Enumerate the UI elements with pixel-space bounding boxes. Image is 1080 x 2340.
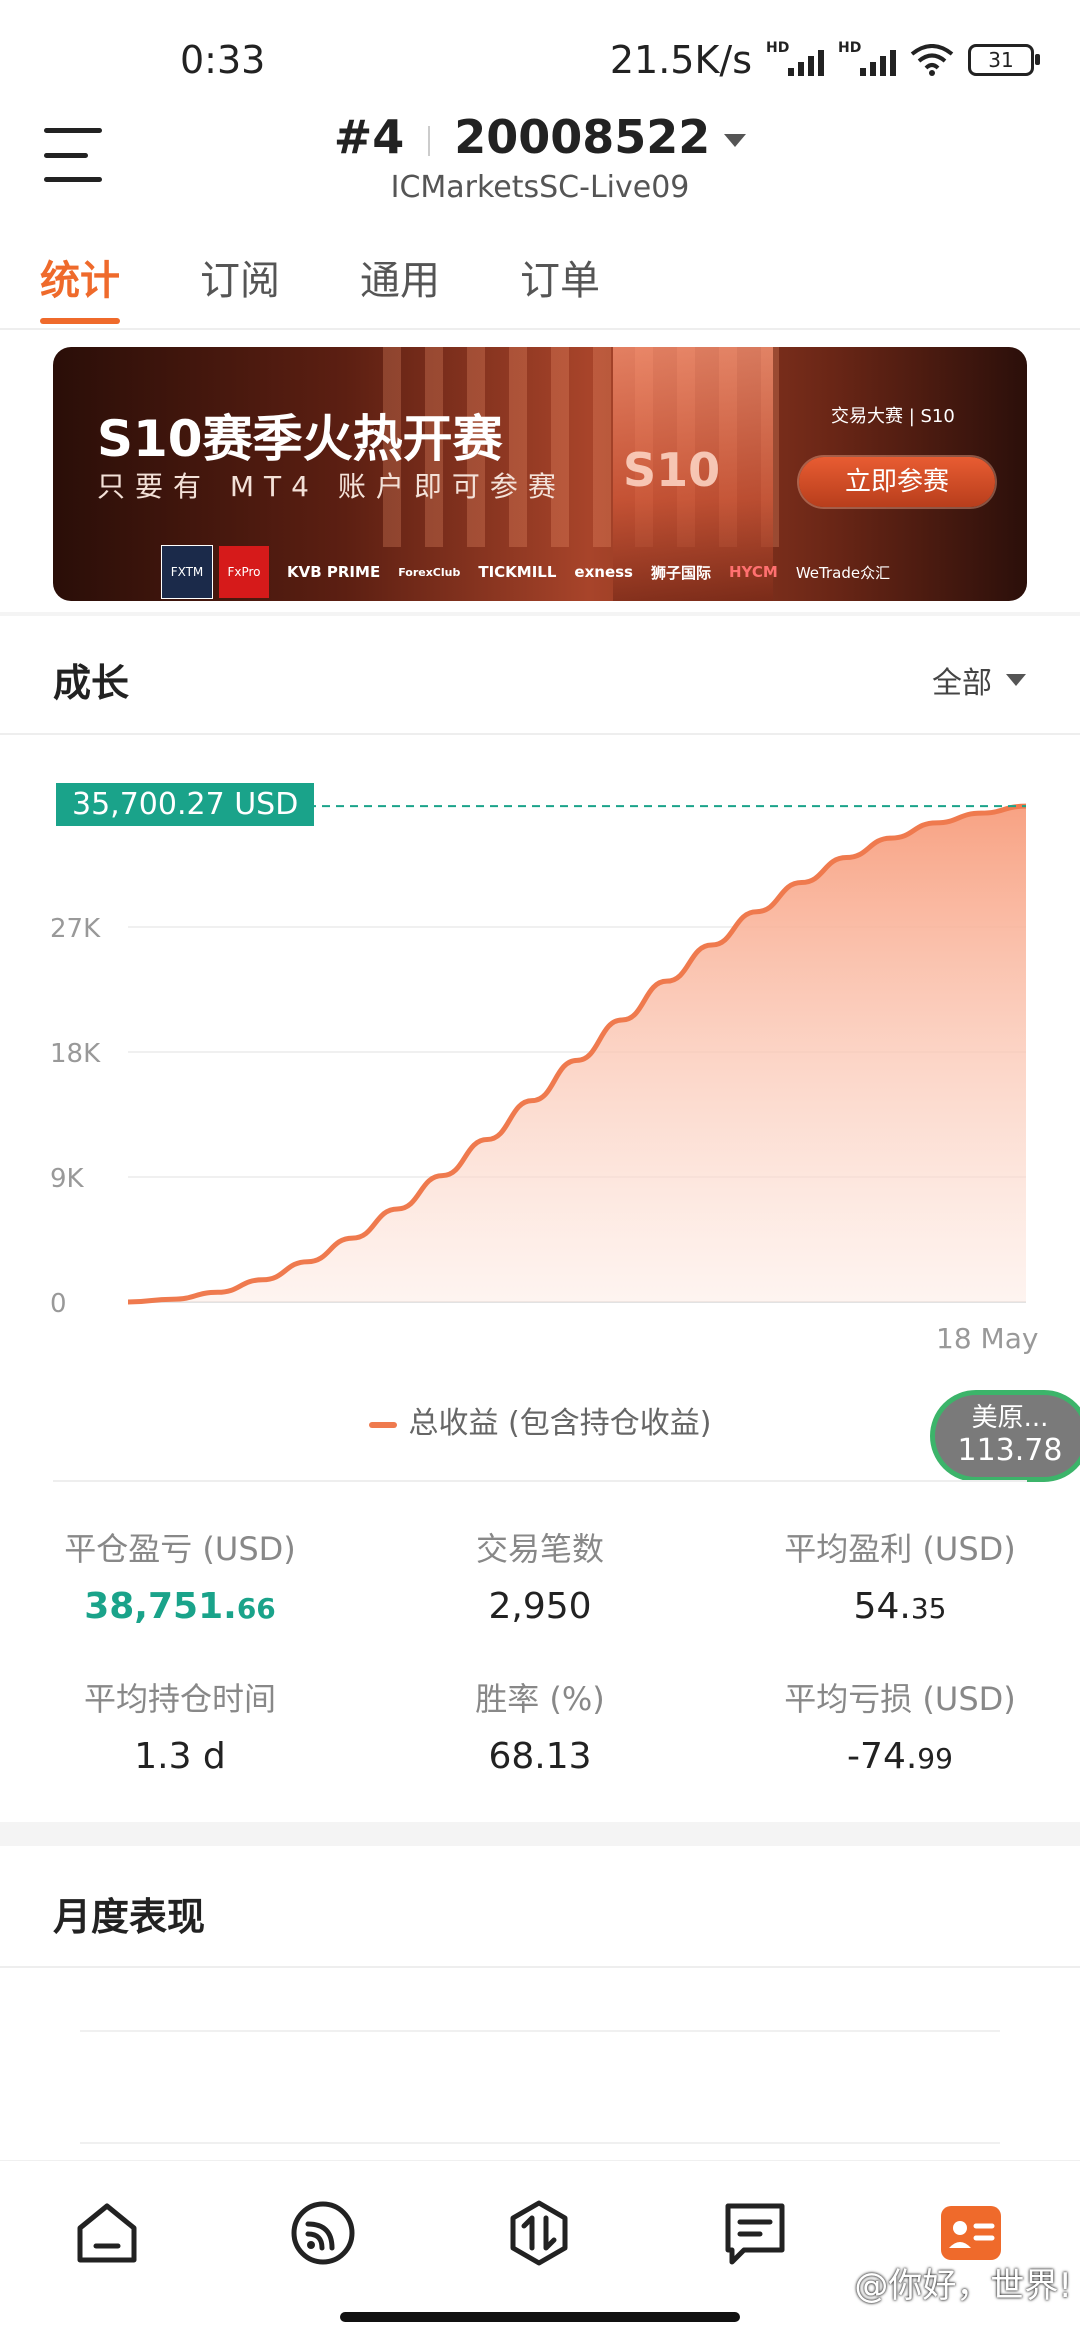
tab-bar: 统计 订阅 通用 订单 <box>40 248 680 324</box>
avg-profit-value: 54.35 <box>853 1586 947 1627</box>
caret-down-icon <box>1006 674 1026 686</box>
stat-avg-hold: 平均持仓时间 1.3 d <box>0 1674 360 1777</box>
divider <box>0 1966 1080 1968</box>
x-tick-label: 18 May <box>936 1322 1038 1355</box>
y-tick-label: 27K <box>50 914 101 944</box>
sponsor-logo: FxPro <box>219 546 269 598</box>
cell-signal-icon-2: HD <box>838 40 896 76</box>
battery-icon: 31 <box>968 44 1040 76</box>
section-gap <box>0 612 1080 616</box>
sponsor-logo: exness <box>574 563 633 581</box>
monthly-title: 月度表现 <box>53 1895 206 1939</box>
divider <box>0 328 1080 330</box>
legend-swatch <box>368 1421 397 1428</box>
stat-closed-pnl: 平仓盈亏 (USD) 38,751.66 <box>0 1524 360 1627</box>
sponsor-logo: TICKMILL <box>478 563 557 581</box>
sponsor-logo: 狮子国际 <box>650 563 711 582</box>
floating-price-widget[interactable]: 美原... 113.78 <box>930 1390 1080 1482</box>
banner-brand: 交易大赛 | S10 <box>831 406 955 427</box>
server-name: ICMarketsSC-Live09 <box>390 170 690 205</box>
account-index: #4 <box>333 110 405 164</box>
sponsor-logo: ForexClub <box>398 565 461 579</box>
trade-count-value: 2,950 <box>488 1586 592 1627</box>
tab-general[interactable]: 通用 <box>360 248 520 306</box>
sponsor-logo: HYCM <box>729 563 778 581</box>
avg-loss-value: -74.99 <box>847 1736 953 1777</box>
stat-trade-count: 交易笔数 2,950 <box>360 1524 720 1627</box>
y-tick-label: 18K <box>50 1039 101 1069</box>
growth-filter-label: 全部 <box>932 666 992 701</box>
sponsor-logo: FXTM <box>161 545 213 599</box>
monthly-gridline <box>80 2030 1000 2032</box>
tab-stats[interactable]: 统计 <box>40 248 200 324</box>
monthly-gridline <box>80 2142 1000 2144</box>
growth-area <box>128 806 1026 1302</box>
stat-avg-loss: 平均亏损 (USD) -74.99 <box>720 1674 1080 1777</box>
banner-subtitle: 只要有 MT4 账户即可参赛 <box>97 470 566 503</box>
stat-win-rate: 胜率 (%) 68.13 <box>360 1674 720 1777</box>
divider <box>53 1480 1027 1482</box>
growth-title: 成长 <box>53 661 130 705</box>
signal-icon[interactable] <box>290 2200 356 2266</box>
tab-orders[interactable]: 订单 <box>520 248 680 306</box>
status-indicators: 21.5K/s HD HD 31 <box>609 38 1040 82</box>
banner-title: S10赛季火热开赛 <box>97 410 503 468</box>
account-selector[interactable]: #4 20008522 <box>0 110 1080 164</box>
chevron-down-icon <box>724 134 747 147</box>
sponsor-logo: KVB PRIME <box>287 563 381 581</box>
message-icon[interactable] <box>722 2200 788 2266</box>
home-icon[interactable] <box>74 2200 140 2266</box>
home-indicator[interactable] <box>340 2312 740 2322</box>
tab-subscribe[interactable]: 订阅 <box>200 248 360 306</box>
closed-pnl-value: 38,751.66 <box>84 1586 276 1627</box>
win-rate-value: 68.13 <box>488 1736 592 1777</box>
watermark-text: @你好，世界! <box>854 2266 1072 2306</box>
trade-icon[interactable] <box>506 2200 572 2266</box>
growth-chart: 0 9K 18K 27K 18 May <box>50 803 1038 1355</box>
section-gap <box>0 1822 1080 1846</box>
wifi-icon <box>910 44 954 76</box>
divider <box>0 733 1080 735</box>
network-speed: 21.5K/s <box>609 38 752 82</box>
ticker-value: 113.78 <box>957 1433 1063 1468</box>
promo-banner[interactable]: S10赛季火热开赛 只要有 MT4 账户即可参赛 S10 交易大赛 | S10 … <box>53 347 1027 601</box>
stat-avg-profit: 平均盈利 (USD) 54.35 <box>720 1524 1080 1627</box>
max-value-badge: 35,700.27 USD <box>56 783 315 826</box>
y-tick-label: 9K <box>50 1164 85 1194</box>
growth-filter-dropdown[interactable]: 全部 <box>932 658 1026 702</box>
y-tick-label: 0 <box>50 1289 67 1319</box>
cell-signal-icon: HD <box>766 40 824 76</box>
profile-icon[interactable] <box>938 2200 1004 2266</box>
banner-season-mark: S10 <box>623 443 721 497</box>
account-number: 20008522 <box>454 110 711 164</box>
sponsor-strip: FXTM FxPro KVB PRIME ForexClub TICKMILL … <box>161 545 890 599</box>
sponsor-logo: WeTrade众汇 <box>795 563 891 582</box>
status-time: 0:33 <box>180 38 266 82</box>
legend-label: 总收益 (包含持仓收益) <box>408 1406 712 1441</box>
chart-legend: 总收益 (包含持仓收益) <box>0 1398 1080 1442</box>
avg-hold-value: 1.3 d <box>134 1736 226 1777</box>
join-contest-button[interactable]: 立即参赛 <box>799 457 995 507</box>
ticker-name: 美原... <box>971 1403 1049 1433</box>
